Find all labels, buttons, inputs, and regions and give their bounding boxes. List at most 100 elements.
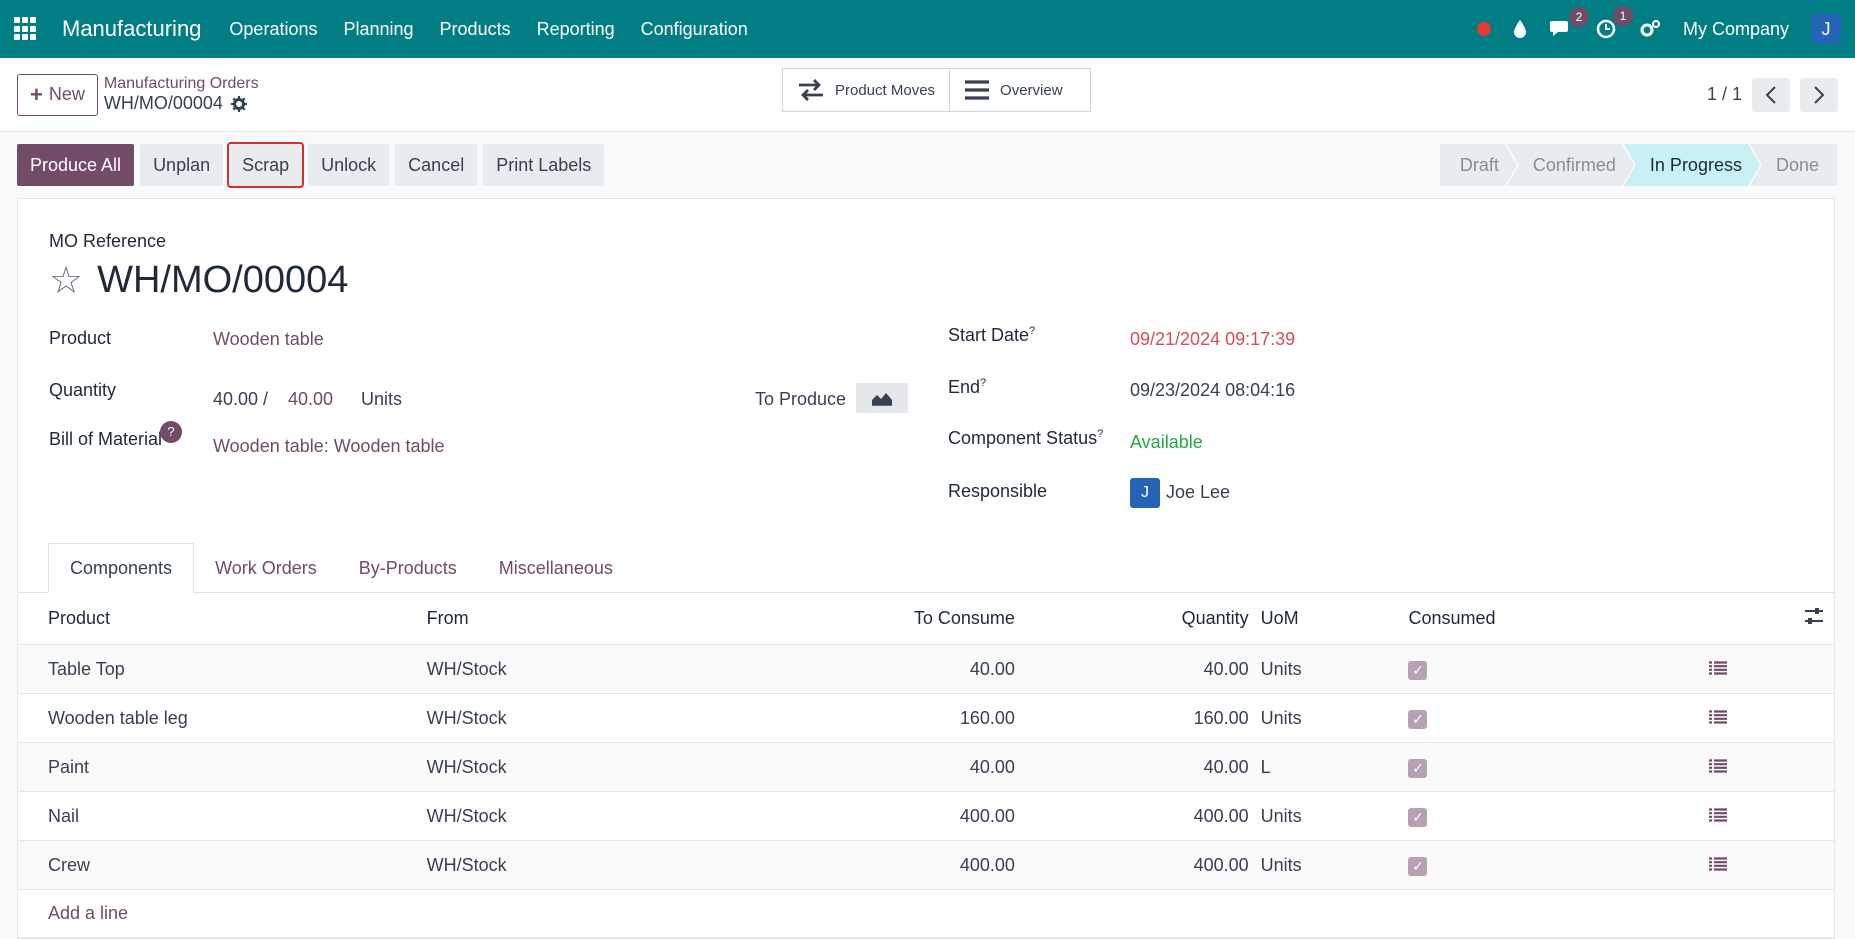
mo-reference-label: MO Reference	[49, 231, 167, 251]
tab-miscellaneous[interactable]: Miscellaneous	[478, 543, 634, 593]
cancel-button[interactable]: Cancel	[395, 144, 478, 186]
menu-configuration[interactable]: Configuration	[641, 19, 748, 40]
row-product: Nail	[48, 805, 80, 826]
consumed-checkbox[interactable]: ✓	[1408, 758, 1428, 778]
to-produce-label: To Produce	[755, 389, 847, 409]
menu-reporting[interactable]: Reporting	[537, 19, 615, 40]
bom-label-text: Bill of Material	[49, 429, 163, 449]
pager-prev-button[interactable]	[1752, 77, 1790, 112]
stage-done[interactable]: Done	[1749, 144, 1837, 186]
quantity-label: Quantity	[49, 380, 117, 400]
menu-products[interactable]: Products	[440, 19, 511, 40]
chevron-right-icon	[1814, 85, 1825, 104]
col-from[interactable]: From	[427, 608, 787, 629]
quantity-uom[interactable]: Units	[361, 389, 402, 410]
menu-planning[interactable]: Planning	[343, 19, 413, 40]
mo-title: ☆ WH/MO/00004	[49, 259, 348, 302]
row-product: Wooden table leg	[48, 707, 188, 728]
product-label: Product	[49, 328, 112, 348]
bom-help-icon[interactable]: ?	[160, 421, 183, 443]
quantity-produced: 40.00 /	[213, 389, 269, 409]
table-row[interactable]: Wooden table leg WH/Stock 160.00 160.00 …	[18, 694, 1834, 743]
component-status-label: Component Status?	[948, 428, 1103, 449]
detail-list-icon[interactable]	[1698, 806, 1738, 827]
consumed-checkbox[interactable]: ✓	[1408, 807, 1428, 827]
sliders-icon	[1805, 608, 1823, 624]
company-switcher[interactable]: My Company	[1683, 19, 1789, 40]
row-from: WH/Stock	[426, 756, 507, 777]
consumed-checkbox[interactable]: ✓	[1408, 856, 1428, 876]
detail-list-icon[interactable]	[1698, 708, 1738, 729]
gear-icon[interactable]	[230, 95, 247, 112]
end-help[interactable]: ?	[980, 377, 986, 389]
unlock-button[interactable]: Unlock	[308, 144, 390, 186]
bom-field[interactable]: Wooden table: Wooden table	[213, 436, 445, 457]
table-row[interactable]: Crew WH/Stock 400.00 400.00 Units ✓	[18, 841, 1834, 890]
col-uom[interactable]: UoM	[1249, 608, 1409, 629]
col-consumed[interactable]: Consumed	[1408, 608, 1698, 629]
stage-confirmed[interactable]: Confirmed	[1507, 144, 1634, 186]
new-button[interactable]: + New	[17, 73, 98, 116]
user-avatar[interactable]: J	[1811, 14, 1841, 44]
optional-columns-toggle[interactable]	[1738, 607, 1834, 630]
row-quantity[interactable]: 160.00	[1015, 708, 1249, 729]
produce-all-button[interactable]: Produce All	[17, 144, 135, 186]
notebook-tabs: Components Work Orders By-Products Misce…	[48, 543, 634, 593]
row-quantity[interactable]: 40.00	[1015, 757, 1249, 778]
end-field[interactable]: 09/23/2024 08:04:16	[1130, 380, 1295, 401]
pager-value[interactable]: 1 / 1	[1707, 84, 1742, 105]
consumed-checkbox[interactable]: ✓	[1408, 660, 1428, 680]
menu-operations[interactable]: Operations	[229, 19, 317, 40]
consumed-checkbox[interactable]: ✓	[1408, 709, 1428, 729]
detail-list-icon[interactable]	[1698, 757, 1738, 778]
tab-work-orders[interactable]: Work Orders	[194, 543, 338, 593]
clock-icon[interactable]: 1	[1595, 6, 1633, 40]
table-row[interactable]: Table Top WH/Stock 40.00 40.00 Units ✓	[18, 645, 1834, 694]
star-icon[interactable]: ☆	[49, 262, 83, 300]
pager-next-button[interactable]	[1800, 77, 1838, 112]
detail-list-icon[interactable]	[1698, 855, 1738, 876]
component-status-help[interactable]: ?	[1097, 428, 1103, 440]
row-quantity[interactable]: 400.00	[1015, 855, 1249, 876]
quantity-to-produce[interactable]: 40.00	[288, 389, 333, 410]
apps-grid-icon[interactable]	[14, 17, 38, 41]
row-quantity[interactable]: 40.00	[1015, 659, 1249, 680]
chat-icon[interactable]: 2	[1549, 7, 1589, 39]
plus-icon: +	[30, 81, 43, 107]
tab-by-products[interactable]: By-Products	[338, 543, 478, 593]
product-moves-button[interactable]: Product Moves	[783, 69, 951, 111]
breadcrumb-parent[interactable]: Manufacturing Orders	[104, 75, 259, 93]
responsible-field[interactable]: J Joe Lee	[1130, 478, 1230, 508]
record-dot-icon[interactable]	[1476, 22, 1491, 36]
add-line-link[interactable]: Add a line	[18, 890, 1834, 938]
drop-icon[interactable]	[1513, 19, 1527, 39]
start-date-field[interactable]: 09/21/2024 09:17:39	[1130, 329, 1295, 350]
mo-reference[interactable]: WH/MO/00004	[97, 259, 348, 302]
systray: 2 1 My Company J	[1476, 6, 1841, 44]
detail-list-icon[interactable]	[1698, 659, 1738, 680]
print-labels-button[interactable]: Print Labels	[483, 144, 605, 186]
row-quantity[interactable]: 400.00	[1015, 806, 1249, 827]
overview-button[interactable]: Overview	[950, 69, 1090, 111]
breadcrumb-current-label: WH/MO/00004	[103, 93, 223, 113]
stage-draft[interactable]: Draft	[1440, 144, 1517, 186]
breadcrumb-current: WH/MO/00004	[104, 93, 259, 114]
stage-in-progress[interactable]: In Progress	[1624, 144, 1760, 186]
col-quantity[interactable]: Quantity	[1015, 608, 1249, 629]
start-date-help[interactable]: ?	[1029, 325, 1035, 337]
product-field[interactable]: Wooden table	[213, 329, 324, 350]
component-status-field: Available	[1130, 432, 1203, 452]
tab-components[interactable]: Components	[48, 543, 195, 593]
unplan-button[interactable]: Unplan	[140, 144, 224, 186]
table-row[interactable]: Nail WH/Stock 400.00 400.00 Units ✓	[18, 792, 1834, 841]
table-row[interactable]: Paint WH/Stock 40.00 40.00 L ✓	[18, 743, 1834, 792]
scrap-button[interactable]: Scrap	[227, 142, 305, 188]
col-to-consume[interactable]: To Consume	[786, 608, 1015, 629]
col-product[interactable]: Product	[18, 608, 427, 629]
end-label: End?	[948, 377, 986, 398]
app-brand[interactable]: Manufacturing	[62, 16, 201, 42]
forecast-button[interactable]	[856, 383, 908, 413]
main-menu: Operations Planning Products Reporting C…	[229, 19, 747, 40]
overview-label: Overview	[1000, 81, 1063, 99]
gears-icon[interactable]	[1639, 19, 1661, 39]
